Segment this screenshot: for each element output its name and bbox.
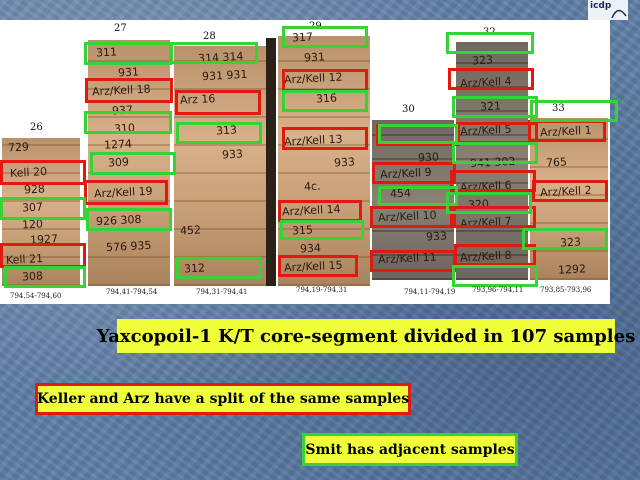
core-photo-panel: 26 27 28 29 30 32 33 729 Kell 20 928 307…	[0, 20, 618, 304]
keller-arz-sample-box	[278, 255, 358, 277]
logo-text: icdp	[590, 1, 612, 11]
keller-arz-sample-box	[278, 200, 362, 222]
smit-sample-box	[86, 208, 172, 231]
smit-sample-box	[282, 26, 368, 48]
depth-range-30: 794,11-794,19	[404, 288, 456, 296]
core-label: 729	[7, 140, 30, 155]
depth-range-26: 794,54-794,60	[10, 292, 62, 300]
core-gap	[266, 38, 276, 286]
keller-arz-sample-box	[0, 160, 86, 185]
keller-arz-sample-box	[450, 170, 536, 192]
smit-sample-box	[280, 220, 364, 240]
core-label: 452	[179, 223, 202, 238]
core-label: 934	[299, 241, 322, 256]
segment-number-30: 30	[402, 104, 415, 115]
keller-arz-sample-box	[370, 250, 456, 272]
core-label: 933	[333, 155, 356, 170]
core-label: 933	[221, 147, 244, 162]
keller-arz-sample-box	[0, 243, 86, 268]
core-label: 765	[545, 155, 568, 170]
smit-sample-box	[378, 124, 458, 144]
keller-arz-sample-box	[528, 120, 606, 142]
slide-background: icdp 26 27 28 29 30 32 33 729 Kell 20 92…	[0, 0, 640, 480]
smit-sample-box	[452, 265, 538, 287]
smit-sample-box	[452, 96, 538, 118]
segment-number-26: 26	[30, 122, 43, 133]
smit-sample-box	[522, 228, 608, 250]
depth-range-27: 794,41-794,54	[106, 288, 158, 296]
keller-arz-sample-box	[372, 162, 456, 184]
smit-sample-box	[90, 152, 176, 175]
smit-sample-box	[0, 197, 86, 220]
smit-sample-box	[452, 142, 538, 164]
keller-arz-sample-box	[282, 127, 368, 150]
core-label: 4c.	[303, 179, 321, 194]
core-label: 933	[425, 229, 448, 244]
core-label: 323	[471, 53, 494, 68]
smit-sample-box	[282, 90, 368, 112]
core-label: 931 931	[201, 67, 248, 84]
keller-arz-sample-box	[532, 180, 608, 202]
keller-arz-sample-box	[282, 69, 368, 92]
keller-arz-sample-box	[456, 122, 538, 144]
slide-title: Yaxcopoil-1 K/T core-segment divided in …	[97, 319, 635, 353]
smit-sample-box	[170, 42, 258, 64]
smit-note: Smit has adjacent samples	[302, 433, 518, 466]
core-label: 1292	[557, 262, 587, 277]
depth-range-28: 794,31-794,41	[196, 288, 248, 296]
depth-range-29: 794,19-794,31	[296, 286, 348, 294]
smit-sample-box	[176, 257, 262, 279]
smit-sample-box	[84, 42, 172, 65]
core-label: 1274	[103, 137, 133, 152]
core-label: 931	[303, 50, 326, 65]
depth-range-32: 793,96-794,11	[472, 286, 524, 294]
smit-sample-box	[446, 192, 532, 214]
smit-sample-box	[4, 266, 86, 288]
keller-arz-sample-box	[85, 78, 173, 103]
segment-number-27: 27	[114, 23, 127, 34]
keller-arz-sample-box	[84, 180, 168, 205]
keller-arz-sample-box	[175, 90, 261, 115]
smit-sample-box	[446, 32, 534, 54]
smit-sample-box	[530, 100, 618, 122]
segment-number-28: 28	[203, 31, 216, 42]
keller-arz-note: Keller and Arz have a split of the same …	[35, 383, 411, 415]
smit-sample-box	[84, 111, 172, 134]
smit-sample-box	[176, 122, 262, 144]
keller-arz-sample-box	[370, 206, 456, 228]
icdp-logo: icdp	[588, 0, 628, 20]
keller-arz-sample-box	[448, 68, 534, 90]
depth-range-33: 793,85-793,96	[540, 286, 592, 294]
core-label: 576 935	[105, 238, 152, 255]
